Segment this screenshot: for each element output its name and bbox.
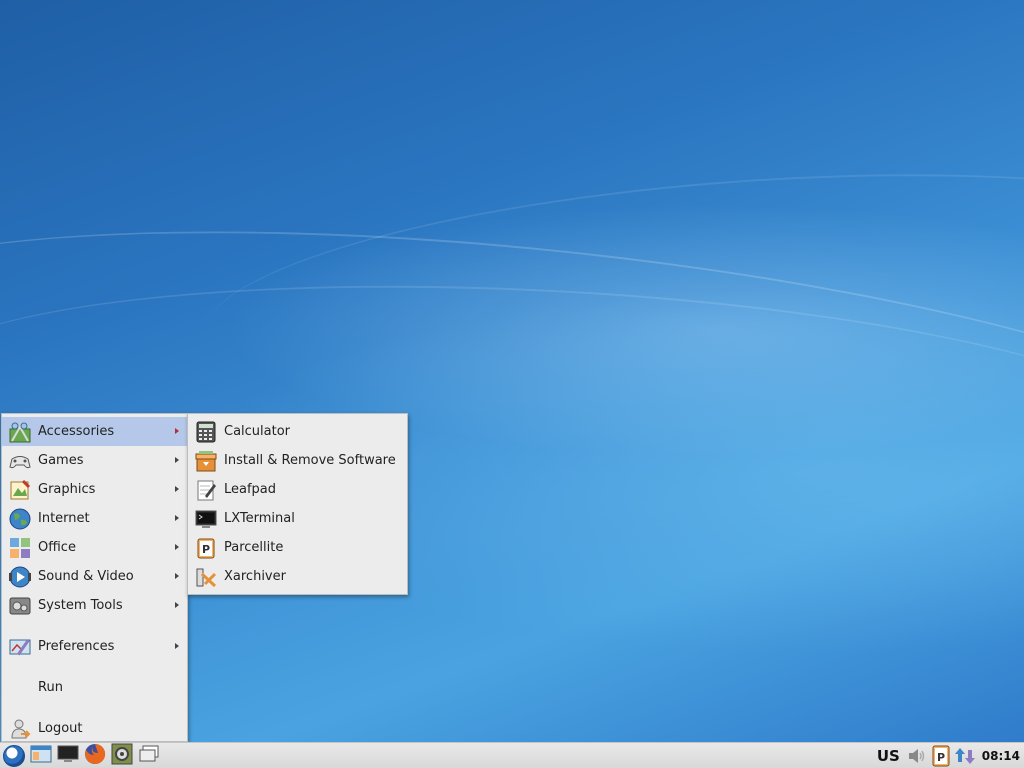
clock[interactable]: 08:14 [982,749,1020,763]
menu-item-label: Install & Remove Software [224,453,396,468]
terminal-icon [194,507,218,531]
submenu-arrow-icon [175,573,179,579]
submenu-arrow-icon [175,486,179,492]
menu-item-label: Leafpad [224,482,277,497]
menu-item-label: Preferences [38,639,115,654]
clipboard-icon[interactable]: P [930,745,952,767]
submenu-arrow-icon [175,544,179,550]
menu-item-logout[interactable]: Logout [2,714,187,743]
keyboard-layout-indicator[interactable]: US [877,747,900,765]
menu-item-sound-video[interactable]: Sound & Video [2,562,187,591]
preferences-icon [8,635,32,659]
globe-icon [8,507,32,531]
file-manager-launcher[interactable] [28,744,54,768]
calculator-icon [194,420,218,444]
multimedia-icon [8,565,32,589]
menu-item-label: Internet [38,511,90,526]
menu-item-calculator[interactable]: Calculator [188,417,407,446]
menu-item-label: Calculator [224,424,291,439]
text-editor-icon [194,478,218,502]
submenu-arrow-icon [175,515,179,521]
menu-item-label: Parcellite [224,540,284,555]
menu-item-label: System Tools [38,598,123,613]
menu-item-label: LXTerminal [224,511,295,526]
menu-item-label: Office [38,540,76,555]
terminal-launcher[interactable] [55,744,81,768]
terminal-icon [57,744,79,768]
archive-icon [194,565,218,589]
menu-item-run[interactable]: Run [2,673,187,702]
application-menu: Accessories Games Graphics Internet Offi… [1,413,188,742]
settings-icon [111,743,133,768]
volume-icon[interactable] [906,745,928,767]
network-icon[interactable] [954,745,976,767]
svg-text:P: P [202,543,210,556]
menu-item-preferences[interactable]: Preferences [2,632,187,661]
system-tray: US P 08:14 [877,743,1024,768]
submenu-arrow-icon [175,602,179,608]
submenu-arrow-icon [175,428,179,434]
menu-item-label: Logout [38,721,83,736]
show-desktop-icon [138,744,160,768]
svg-text:P: P [937,751,945,764]
menu-item-label: Games [38,453,84,468]
menu-item-accessories[interactable]: Accessories [2,417,187,446]
firefox-icon [84,743,106,768]
menu-item-system-tools[interactable]: System Tools [2,591,187,620]
menu-item-label: Graphics [38,482,96,497]
menu-item-label: Run [38,680,63,695]
menu-item-label: Accessories [38,424,115,439]
submenu-arrow-icon [175,643,179,649]
menu-item-games[interactable]: Games [2,446,187,475]
submenu-arrow-icon [175,457,179,463]
start-menu-icon [3,744,25,767]
menu-item-leafpad[interactable]: Leafpad [188,475,407,504]
menu-item-parcellite[interactable]: P Parcellite [188,533,407,562]
office-icon [8,536,32,560]
file-manager-icon [30,744,52,768]
taskbar: US P 08:14 [0,742,1024,768]
menu-item-install-remove-software[interactable]: Install & Remove Software [188,446,407,475]
settings-launcher[interactable] [109,743,135,768]
graphics-icon [8,478,32,502]
start-menu-button[interactable] [1,744,27,768]
show-desktop-button[interactable] [136,744,162,768]
menu-item-xarchiver[interactable]: Xarchiver [188,562,407,591]
accessories-icon [8,420,32,444]
accessories-submenu: Calculator Install & Remove Software Lea… [187,413,408,595]
clipboard-icon: P [194,536,218,560]
menu-item-label: Sound & Video [38,569,134,584]
gamepad-icon [8,449,32,473]
menu-item-lxterminal[interactable]: LXTerminal [188,504,407,533]
system-tools-icon [8,594,32,618]
logout-icon [8,717,32,741]
menu-item-label: Xarchiver [224,569,286,584]
package-icon [194,449,218,473]
menu-item-office[interactable]: Office [2,533,187,562]
menu-item-graphics[interactable]: Graphics [2,475,187,504]
menu-item-internet[interactable]: Internet [2,504,187,533]
firefox-launcher[interactable] [82,743,108,768]
